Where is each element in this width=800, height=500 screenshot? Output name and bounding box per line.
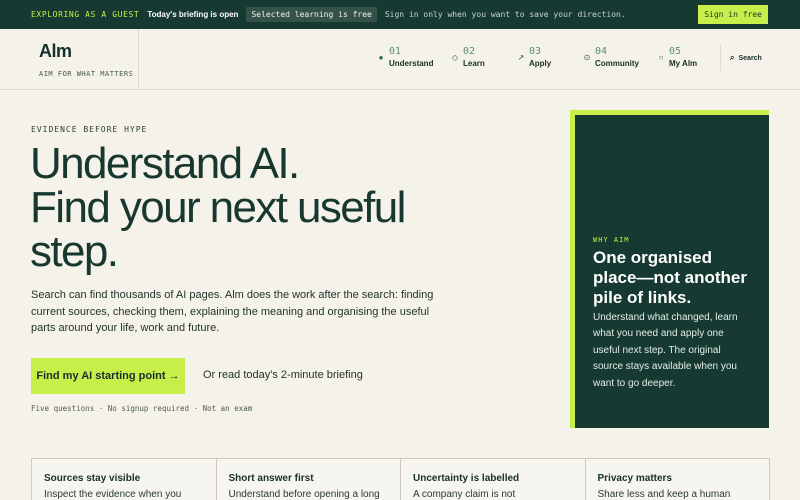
feature-desc: A company claim is not bbox=[413, 489, 516, 500]
briefing-status: Today's briefing is open bbox=[147, 10, 239, 19]
feature-item: Short answer first Understand before ope… bbox=[217, 459, 401, 500]
nav-label: Understand bbox=[389, 59, 434, 68]
nav-item-community[interactable]: ⊙ 04 Community bbox=[582, 46, 639, 68]
target-icon: ⊙ bbox=[583, 53, 591, 62]
hero-headline: Understand AI. Find your next useful ste… bbox=[30, 142, 500, 274]
feature-title: Sources stay visible bbox=[44, 473, 141, 484]
arrow-up-right-icon: ↗ bbox=[517, 53, 525, 62]
card-body: Understand what changed, learn what you … bbox=[593, 312, 738, 389]
feature-desc: Inspect the evidence when you bbox=[44, 489, 182, 500]
feature-desc: Understand before opening a long bbox=[228, 489, 380, 500]
headline-line-1: Understand AI. bbox=[30, 139, 300, 188]
feature-strip: Sources stay visible Inspect the evidenc… bbox=[31, 458, 770, 500]
hero-eyebrow: EVIDENCE BEFORE HYPE bbox=[31, 125, 148, 134]
free-learning-pill: Selected learning is free bbox=[246, 7, 377, 22]
nav-label: Learn bbox=[463, 59, 485, 68]
cta-fine-print: Five questions · No signup required · No… bbox=[31, 404, 253, 413]
nav-number: 02 bbox=[463, 46, 476, 57]
feature-title: Uncertainty is labelled bbox=[413, 473, 520, 484]
guest-label: EXPLORING AS A GUEST bbox=[31, 10, 140, 19]
nav-label: Apply bbox=[529, 59, 552, 68]
feature-desc: Share less and keep a human bbox=[597, 489, 731, 500]
card-title: One organised place—not another pile of … bbox=[593, 248, 747, 307]
headline-line-2: Find your next useful bbox=[30, 183, 406, 232]
card-kicker: WHY AIM bbox=[593, 236, 630, 244]
nav-number: 04 bbox=[595, 46, 608, 57]
brand-block[interactable]: Alm AIM FOR WHAT MATTERS bbox=[0, 29, 139, 90]
sign-in-button[interactable]: Sign in free bbox=[698, 5, 768, 24]
nav-item-my-alm[interactable]: ○ 05 My Alm bbox=[656, 46, 698, 68]
feature-item: Privacy matters Share less and keep a hu… bbox=[586, 459, 770, 500]
starting-point-button[interactable]: Find my AI starting point → bbox=[31, 358, 185, 394]
circle-icon: ○ bbox=[658, 53, 664, 62]
search-label: Search bbox=[738, 54, 762, 62]
diamond-icon: ◇ bbox=[451, 53, 459, 62]
nav-item-apply[interactable]: ↗ 03 Apply bbox=[516, 46, 552, 68]
feature-item: Uncertainty is labelled A company claim … bbox=[401, 459, 586, 500]
site-header: Alm AIM FOR WHAT MATTERS ● 01 Understand … bbox=[0, 29, 800, 90]
logo[interactable]: Alm bbox=[39, 41, 138, 62]
feature-title: Privacy matters bbox=[597, 473, 673, 484]
search-button[interactable]: ⌕ Search bbox=[720, 45, 762, 71]
nav-item-learn[interactable]: ◇ 02 Learn bbox=[450, 46, 485, 68]
banner-message: Sign in only when you want to save your … bbox=[384, 10, 626, 19]
nav-number: 05 bbox=[669, 46, 682, 57]
guest-banner: EXPLORING AS A GUEST Today's briefing is… bbox=[0, 0, 800, 29]
briefing-link[interactable]: Or read today's 2-minute briefing bbox=[203, 369, 363, 381]
nav-label: Community bbox=[595, 59, 639, 68]
nav-number: 03 bbox=[529, 46, 542, 57]
tagline: AIM FOR WHAT MATTERS bbox=[39, 70, 134, 78]
search-icon: ⌕ bbox=[730, 53, 735, 62]
feature-title: Short answer first bbox=[228, 473, 314, 484]
feature-item: Sources stay visible Inspect the evidenc… bbox=[32, 459, 217, 500]
nav-label: My Alm bbox=[669, 59, 698, 68]
hero-lede: Search can find thousands of AI pages. A… bbox=[31, 289, 434, 335]
headline-line-3: step. bbox=[30, 227, 119, 276]
dot-icon: ● bbox=[378, 53, 384, 62]
why-aim-card: WHY AIM One organised place—not another … bbox=[570, 110, 769, 428]
nav-item-understand[interactable]: ● 01 Understand bbox=[376, 46, 434, 68]
nav-number: 01 bbox=[389, 46, 402, 57]
